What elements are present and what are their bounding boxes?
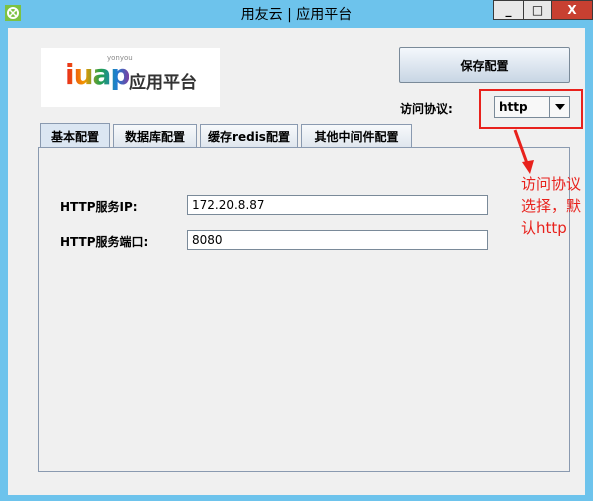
- app-window: 用友云 | 应用平台 _ □ X iuap yonyou 应用平台 保存配置 访…: [0, 0, 593, 501]
- maximize-button[interactable]: □: [523, 0, 551, 20]
- close-button[interactable]: X: [551, 0, 593, 20]
- protocol-label: 访问协议:: [400, 102, 453, 116]
- logo-brand-text: iuap: [65, 58, 130, 91]
- logo-brand-small: yonyou: [107, 54, 133, 62]
- tab-redis-config[interactable]: 缓存redis配置: [200, 124, 298, 147]
- iuap-logo: iuap yonyou 应用平台: [41, 48, 220, 107]
- logo-brand: iuap: [65, 58, 130, 91]
- annotation-line-1: 访问协议: [521, 175, 582, 193]
- logo-brand-cn: 应用平台: [129, 73, 197, 93]
- http-port-label: HTTP服务端口:: [60, 235, 149, 249]
- tab-middleware-config[interactable]: 其他中间件配置: [301, 124, 412, 147]
- annotation-line-3: 认http: [521, 219, 567, 237]
- tab-basic-config[interactable]: 基本配置: [40, 123, 110, 148]
- minimize-button[interactable]: _: [493, 0, 523, 20]
- annotation-arrow-icon: [513, 129, 534, 174]
- annotation-highlight-box: [479, 89, 583, 129]
- http-port-input[interactable]: [187, 230, 488, 250]
- http-ip-input[interactable]: [187, 195, 488, 215]
- save-config-button[interactable]: 保存配置: [399, 47, 570, 83]
- title-bar[interactable]: 用友云 | 应用平台 _ □ X: [0, 0, 593, 28]
- http-ip-label: HTTP服务IP:: [60, 200, 138, 214]
- tab-database-config[interactable]: 数据库配置: [113, 124, 197, 147]
- annotation-line-2: 选择，默: [521, 197, 582, 215]
- annotation-text: 访问协议 选择，默 认http: [521, 173, 593, 239]
